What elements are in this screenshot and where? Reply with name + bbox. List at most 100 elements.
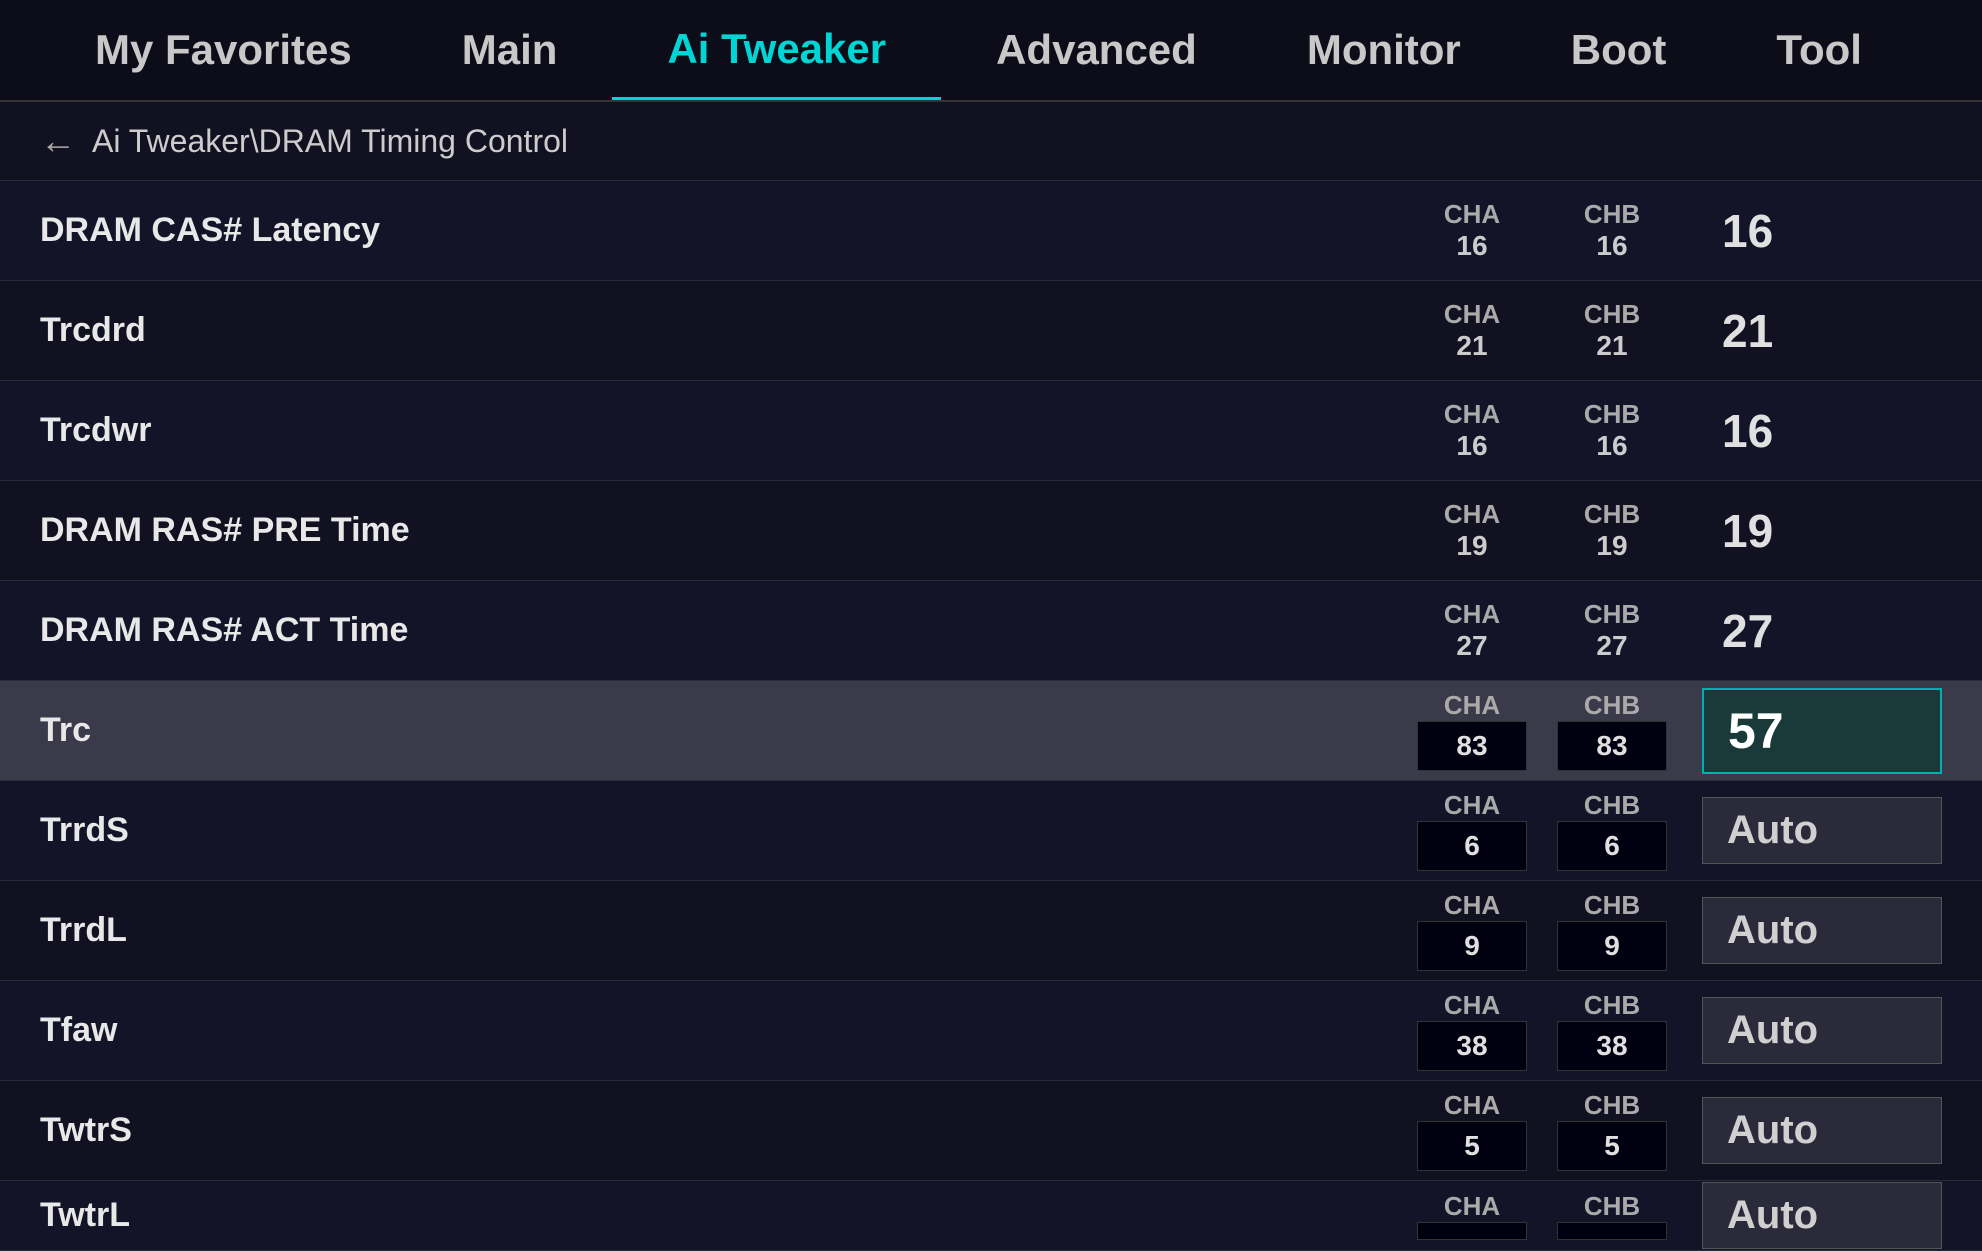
channel-a-box: CHA83 bbox=[1412, 690, 1532, 771]
timing-value[interactable]: 16 bbox=[1702, 204, 1942, 258]
timing-label: Trcdwr bbox=[40, 411, 1412, 450]
timing-row[interactable]: TrcCHA83CHB8357 bbox=[0, 681, 1982, 781]
channel-b-label: CHB bbox=[1584, 399, 1640, 430]
top-navigation: My Favorites Main Ai Tweaker Advanced Mo… bbox=[0, 0, 1982, 102]
channel-b-label: CHB bbox=[1584, 1191, 1640, 1222]
timing-row[interactable]: TfawCHA38CHB38Auto bbox=[0, 981, 1982, 1081]
channel-a-box: CHA16 bbox=[1412, 199, 1532, 262]
channel-a-box: CHA9 bbox=[1412, 890, 1532, 971]
channel-b-label: CHB bbox=[1584, 499, 1640, 530]
timing-row[interactable]: TrcdrdCHA21CHB2121 bbox=[0, 281, 1982, 381]
channel-b-label: CHB bbox=[1584, 199, 1640, 230]
timing-value[interactable]: Auto bbox=[1702, 997, 1942, 1064]
timing-row[interactable]: DRAM CAS# LatencyCHA16CHB1616 bbox=[0, 181, 1982, 281]
timing-value[interactable]: Auto bbox=[1702, 797, 1942, 864]
channel-a-label: CHA bbox=[1444, 690, 1500, 721]
channel-b-box: CHB38 bbox=[1552, 990, 1672, 1071]
channel-a-value: 16 bbox=[1456, 230, 1487, 262]
channel-a-value: 6 bbox=[1417, 821, 1527, 871]
back-arrow-icon[interactable]: ← bbox=[40, 120, 76, 162]
channel-a-value bbox=[1417, 1222, 1527, 1240]
channel-b-box: CHB27 bbox=[1552, 599, 1672, 662]
channel-a-value: 38 bbox=[1417, 1021, 1527, 1071]
channel-b-value: 27 bbox=[1596, 630, 1627, 662]
channel-b-label: CHB bbox=[1584, 599, 1640, 630]
channel-b-value: 16 bbox=[1596, 230, 1627, 262]
timing-row[interactable]: TrcdwrCHA16CHB1616 bbox=[0, 381, 1982, 481]
channel-a-box: CHA bbox=[1412, 1191, 1532, 1240]
channel-a-box: CHA19 bbox=[1412, 499, 1532, 562]
channel-a-label: CHA bbox=[1444, 990, 1500, 1021]
timing-row[interactable]: TrrdSCHA6CHB6Auto bbox=[0, 781, 1982, 881]
timing-label: Trc bbox=[40, 711, 1412, 750]
timing-value[interactable]: Auto bbox=[1702, 897, 1942, 964]
channel-b-label: CHB bbox=[1584, 690, 1640, 721]
channel-group: CHA38CHB38 bbox=[1412, 990, 1672, 1071]
timing-value[interactable]: 16 bbox=[1702, 404, 1942, 458]
channel-b-box: CHB6 bbox=[1552, 790, 1672, 871]
channel-group: CHA16 CHB16 bbox=[1412, 399, 1672, 462]
timing-label: TrrdS bbox=[40, 811, 1412, 850]
timing-label: TrrdL bbox=[40, 911, 1412, 950]
nav-monitor[interactable]: Monitor bbox=[1252, 0, 1516, 100]
channel-a-value: 9 bbox=[1417, 921, 1527, 971]
channel-b-box: CHB21 bbox=[1552, 299, 1672, 362]
channel-b-value: 6 bbox=[1557, 821, 1667, 871]
channel-b-value: 9 bbox=[1557, 921, 1667, 971]
timing-control-content: DRAM CAS# LatencyCHA16CHB1616TrcdrdCHA21… bbox=[0, 181, 1982, 1251]
timing-value[interactable]: 21 bbox=[1702, 304, 1942, 358]
channel-b-value: 83 bbox=[1557, 721, 1667, 771]
channel-a-label: CHA bbox=[1444, 299, 1500, 330]
nav-boot[interactable]: Boot bbox=[1516, 0, 1722, 100]
channel-b-label: CHB bbox=[1584, 790, 1640, 821]
channel-a-box: CHA6 bbox=[1412, 790, 1532, 871]
timing-label: Trcdrd bbox=[40, 311, 1412, 350]
timing-row[interactable]: DRAM RAS# PRE TimeCHA19CHB1919 bbox=[0, 481, 1982, 581]
nav-ai-tweaker[interactable]: Ai Tweaker bbox=[612, 0, 941, 100]
channel-group: CHA27CHB27 bbox=[1412, 599, 1672, 662]
channel-b-box: CHB bbox=[1552, 1191, 1672, 1240]
channel-group: CHA9CHB9 bbox=[1412, 890, 1672, 971]
channel-b-label: CHB bbox=[1584, 990, 1640, 1021]
channel-a-value: 16 bbox=[1456, 430, 1487, 462]
channel-group: CHA6CHB6 bbox=[1412, 790, 1672, 871]
timing-value[interactable]: Auto bbox=[1702, 1182, 1942, 1249]
channel-a-value: 5 bbox=[1417, 1121, 1527, 1171]
channel-b-value: 21 bbox=[1596, 330, 1627, 362]
timing-value[interactable]: 27 bbox=[1702, 604, 1942, 658]
timing-row[interactable]: DRAM RAS# ACT TimeCHA27CHB2727 bbox=[0, 581, 1982, 681]
nav-my-favorites[interactable]: My Favorites bbox=[40, 0, 407, 100]
channel-a-value: 21 bbox=[1456, 330, 1487, 362]
timing-value[interactable]: Auto bbox=[1702, 1097, 1942, 1164]
channel-b-box: CHB16 bbox=[1552, 199, 1672, 262]
timing-label: DRAM RAS# PRE Time bbox=[40, 511, 1412, 550]
channel-a-box: CHA38 bbox=[1412, 990, 1532, 1071]
channel-a-label: CHA bbox=[1444, 499, 1500, 530]
timing-row[interactable]: TrrdLCHA9CHB9 Auto bbox=[0, 881, 1982, 981]
channel-b-box: CHB5 bbox=[1552, 1090, 1672, 1171]
timing-row[interactable]: TwtrLCHA CHB Auto bbox=[0, 1181, 1982, 1251]
timing-value[interactable]: 57 bbox=[1702, 688, 1942, 774]
channel-a-value: 19 bbox=[1456, 530, 1487, 562]
channel-group: CHA83CHB83 bbox=[1412, 690, 1672, 771]
timing-label: Tfaw bbox=[40, 1011, 1412, 1050]
channel-a-value: 27 bbox=[1456, 630, 1487, 662]
channel-a-label: CHA bbox=[1444, 399, 1500, 430]
timing-value[interactable]: 19 bbox=[1702, 504, 1942, 558]
channel-b-value: 19 bbox=[1596, 530, 1627, 562]
channel-group: CHA5CHB5 bbox=[1412, 1090, 1672, 1171]
nav-main[interactable]: Main bbox=[407, 0, 613, 100]
channel-a-label: CHA bbox=[1444, 890, 1500, 921]
nav-tool[interactable]: Tool bbox=[1721, 0, 1917, 100]
timing-label: TwtrL bbox=[40, 1196, 1412, 1235]
timing-label: TwtrS bbox=[40, 1111, 1412, 1150]
channel-b-label: CHB bbox=[1584, 299, 1640, 330]
channel-b-box: CHB16 bbox=[1552, 399, 1672, 462]
channel-a-box: CHA27 bbox=[1412, 599, 1532, 662]
channel-group: CHA19CHB19 bbox=[1412, 499, 1672, 562]
timing-row[interactable]: TwtrSCHA5CHB5Auto bbox=[0, 1081, 1982, 1181]
channel-a-label: CHA bbox=[1444, 199, 1500, 230]
channel-a-label: CHA bbox=[1444, 599, 1500, 630]
nav-advanced[interactable]: Advanced bbox=[941, 0, 1252, 100]
channel-b-box: CHB83 bbox=[1552, 690, 1672, 771]
